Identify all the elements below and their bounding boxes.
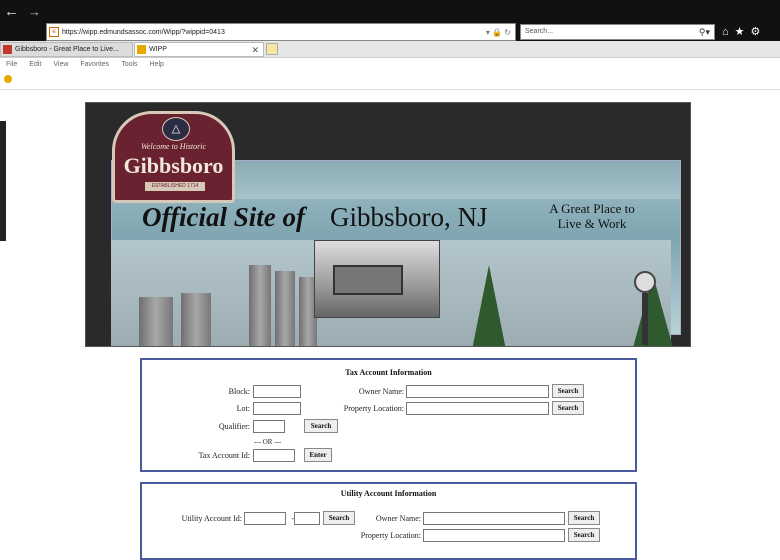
home-icon[interactable]: ⌂ bbox=[722, 24, 729, 40]
smokestack-image bbox=[249, 265, 271, 346]
address-tools-icons[interactable]: ▾ 🔒 ↻ bbox=[486, 28, 511, 37]
block-label: Block: bbox=[228, 387, 250, 396]
tab-favicon-icon bbox=[3, 45, 12, 54]
lot-label: Lot: bbox=[236, 404, 250, 413]
menu-tools[interactable]: Tools bbox=[121, 58, 137, 72]
browser-search-input[interactable]: Search... ⚲▾ bbox=[520, 24, 715, 40]
trolley-photo bbox=[314, 240, 440, 318]
tax-panel-title: Tax Account Information bbox=[345, 368, 432, 377]
gear-icon[interactable]: ⚙ bbox=[751, 24, 761, 40]
utility-property-location-input[interactable] bbox=[423, 529, 565, 542]
smokestack-image bbox=[275, 271, 295, 346]
banner-official-text: Official Site of bbox=[142, 202, 305, 232]
utility-account-suffix-input[interactable] bbox=[294, 512, 320, 525]
enter-button[interactable]: Enter bbox=[304, 448, 332, 462]
tab-strip: Gibbsboro - Great Place to Live... WIPP … bbox=[0, 41, 780, 58]
owner-name-label: Owner Name: bbox=[358, 387, 404, 396]
smokestack-image bbox=[139, 297, 173, 346]
owner-search-button[interactable]: Search bbox=[552, 384, 584, 398]
utility-property-location-label: Property Location: bbox=[360, 531, 421, 540]
location-search-button[interactable]: Search bbox=[552, 401, 584, 415]
motto-line-1: A Great Place to bbox=[549, 201, 635, 216]
menu-favorites[interactable]: Favorites bbox=[80, 58, 109, 72]
tab-label: Gibbsboro - Great Place to Live... bbox=[15, 46, 119, 53]
motto-line-2: Live & Work bbox=[557, 216, 627, 231]
favorites-star-icon[interactable]: ★ bbox=[735, 24, 745, 40]
clock-image bbox=[634, 271, 656, 293]
tax-account-panel: Tax Account Information Block: Lot: Qual… bbox=[140, 358, 637, 472]
favorites-bar bbox=[0, 72, 780, 90]
browser-nav-icons: ⌂ ★ ⚙ bbox=[722, 24, 760, 40]
utility-location-search-button[interactable]: Search bbox=[568, 528, 600, 542]
tab-wipp[interactable]: WIPP ✕ bbox=[134, 42, 264, 57]
utility-account-id-label: Utility Account Id: bbox=[181, 514, 242, 523]
back-arrow-icon[interactable]: ← bbox=[4, 4, 19, 20]
menu-help[interactable]: Help bbox=[150, 58, 164, 72]
left-edge-strip bbox=[0, 121, 6, 241]
logo-emblem-icon: △ bbox=[162, 117, 190, 141]
smokestack-image bbox=[181, 293, 211, 346]
utility-panel-title: Utility Account Information bbox=[340, 489, 437, 498]
gibbsboro-logo: △ Welcome to Historic Gibbsboro ESTABLIS… bbox=[112, 111, 235, 203]
utility-owner-name-input[interactable] bbox=[423, 512, 565, 525]
banner-motto: A Great Place to Live & Work bbox=[532, 201, 652, 231]
tab-gibbsboro[interactable]: Gibbsboro - Great Place to Live... bbox=[0, 42, 133, 57]
menu-view[interactable]: View bbox=[53, 58, 68, 72]
qualifier-search-button[interactable]: Search bbox=[304, 419, 338, 433]
close-tab-icon[interactable]: ✕ bbox=[251, 43, 259, 56]
page-content: Official Site of Gibbsboro, NJ A Great P… bbox=[0, 91, 780, 560]
logo-welcome-text: Welcome to Historic bbox=[140, 142, 207, 151]
tab-favicon-icon bbox=[137, 45, 146, 54]
utility-owner-search-button[interactable]: Search bbox=[568, 511, 600, 525]
url-text: https://wipp.edmundsassoc.com/Wipp/?wipp… bbox=[62, 28, 225, 36]
search-icon[interactable]: ⚲▾ bbox=[699, 25, 710, 39]
clock-post-image bbox=[642, 293, 648, 345]
trolley-car-image bbox=[333, 265, 403, 295]
qualifier-label: Qualifier: bbox=[218, 422, 250, 431]
menu-edit[interactable]: Edit bbox=[29, 58, 41, 72]
address-bar[interactable]: e https://wipp.edmundsassoc.com/Wipp/?wi… bbox=[46, 23, 516, 41]
tax-account-id-input[interactable] bbox=[253, 449, 295, 462]
tax-account-id-label: Tax Account Id: bbox=[198, 451, 250, 460]
utility-account-id-input[interactable] bbox=[244, 512, 286, 525]
utility-account-panel: Utility Account Information Utility Acco… bbox=[140, 482, 637, 560]
browser-titlebar bbox=[0, 0, 780, 24]
forward-arrow-icon[interactable]: → bbox=[28, 4, 42, 20]
tab-label: WIPP bbox=[149, 46, 167, 53]
favorites-icon[interactable] bbox=[4, 75, 12, 83]
property-location-input[interactable] bbox=[406, 402, 549, 415]
block-input[interactable] bbox=[253, 385, 301, 398]
menu-bar: File Edit View Favorites Tools Help bbox=[0, 58, 780, 72]
tree-image bbox=[471, 265, 507, 346]
utility-owner-name-label: Owner Name: bbox=[375, 514, 421, 523]
logo-name-text: Gibbsboro bbox=[123, 153, 224, 178]
qualifier-input[interactable] bbox=[253, 420, 285, 433]
site-icon: e bbox=[49, 27, 59, 37]
banner-town-text: Gibbsboro, NJ bbox=[330, 202, 488, 232]
lot-input[interactable] bbox=[253, 402, 301, 415]
logo-established-text: ESTABLISHED 1714 bbox=[145, 182, 205, 191]
search-placeholder: Search... bbox=[525, 28, 554, 35]
or-separator: --- OR --- bbox=[254, 438, 282, 446]
property-location-label: Property Location: bbox=[343, 404, 404, 413]
site-banner: Official Site of Gibbsboro, NJ A Great P… bbox=[85, 102, 691, 347]
menu-file[interactable]: File bbox=[6, 58, 17, 72]
owner-name-input[interactable] bbox=[406, 385, 549, 398]
new-tab-button[interactable] bbox=[266, 43, 278, 55]
